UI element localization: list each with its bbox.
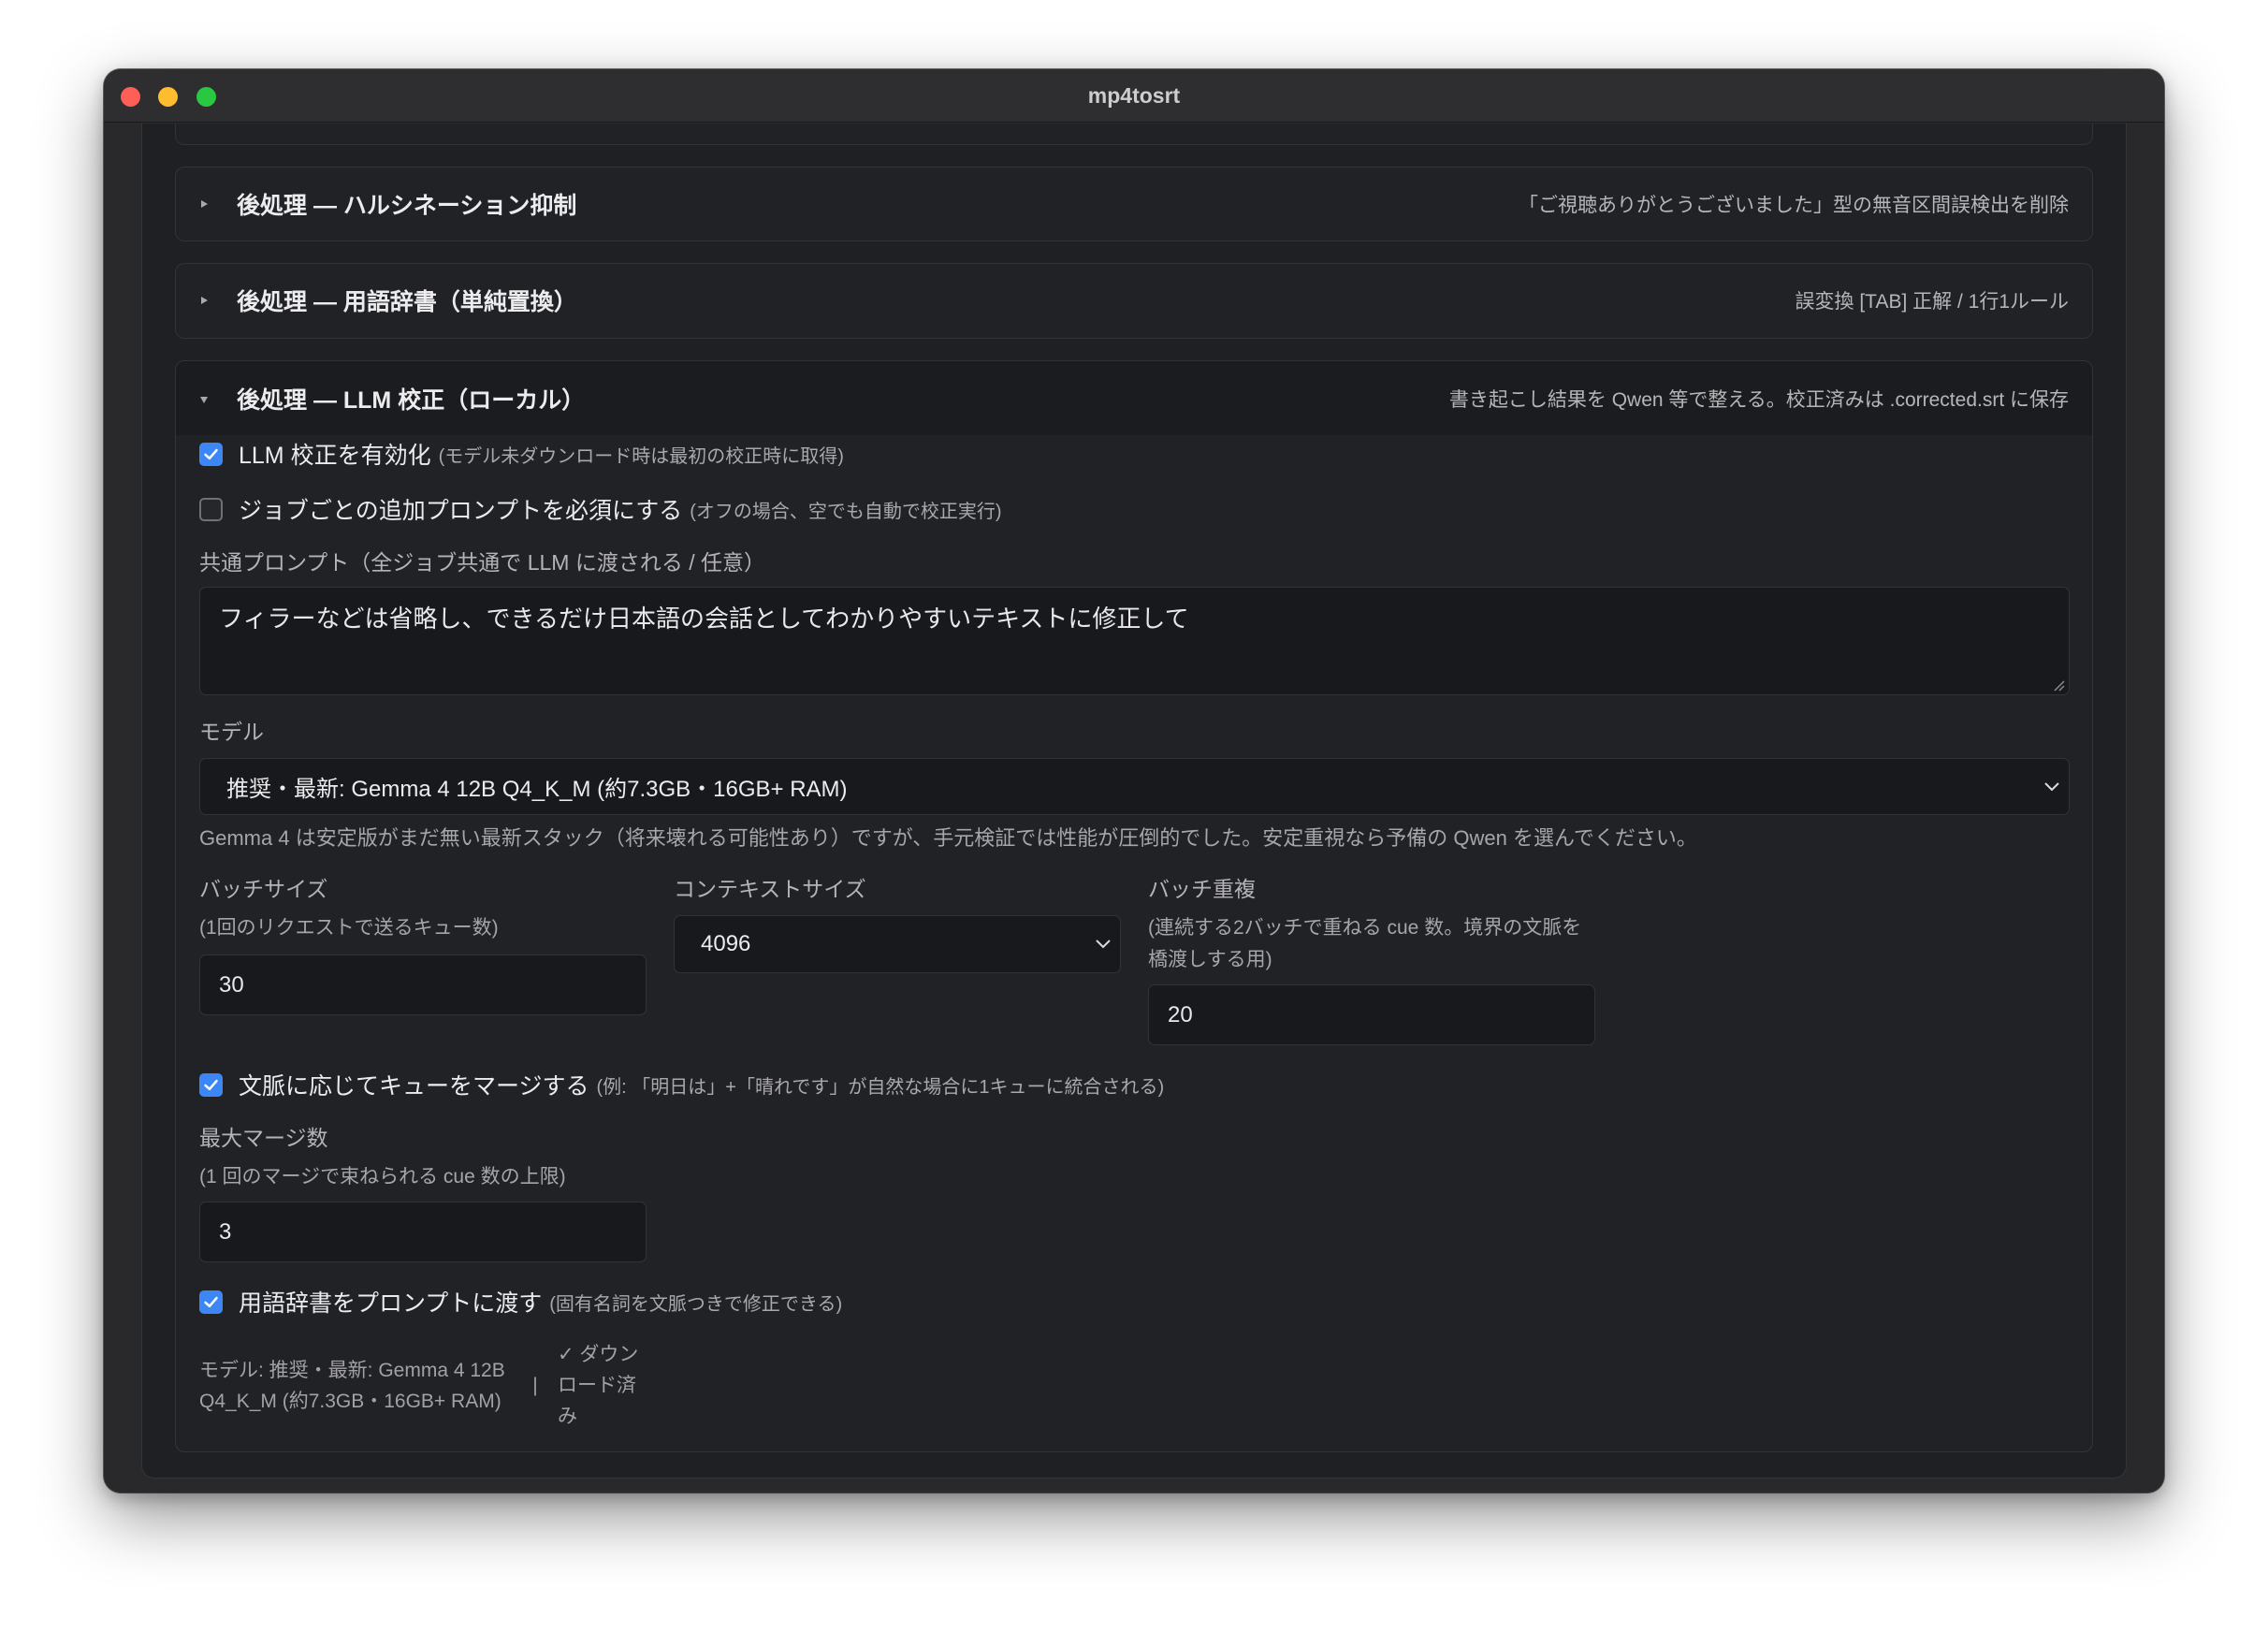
section-header-hallucination[interactable]: 後処理 — ハルシネーション抑制 「ご視聴ありがとうございました」型の無音区間誤…	[176, 168, 2092, 240]
merge-cues-row[interactable]: 文脈に応じてキューをマージする (例: 「明日は」+「晴れです」が自然な場合に1…	[199, 1068, 1164, 1101]
context-size-value: 4096	[701, 931, 751, 956]
context-size-label: コンテキストサイズ	[674, 877, 866, 901]
enable-llm-row[interactable]: LLM 校正を有効化 (モデル未ダウンロード時は最初の校正時に取得)	[199, 437, 844, 471]
model-help-text: Gemma 4 は安定版がまだ無い最新スタック（将来壊れる可能性あり）ですが、手…	[199, 826, 1697, 850]
section-description: 「ご視聴ありがとうございました」型の無音区間誤検出を削除	[1519, 195, 2069, 216]
batch-size-label: バッチサイズ	[199, 877, 328, 901]
model-label: モデル	[199, 720, 264, 744]
max-merge-label: 最大マージ数	[199, 1126, 328, 1150]
common-prompt-label: 共通プロンプト（全ジョブ共通で LLM に渡される / 任意）	[199, 550, 766, 575]
checkmark-icon	[204, 1296, 218, 1307]
require-prompt-checkbox[interactable]	[199, 497, 223, 521]
disclosure-arrow-icon	[200, 395, 208, 403]
enable-llm-checkbox[interactable]	[199, 442, 223, 466]
batch-overlap-input[interactable]	[1148, 984, 1595, 1045]
batch-overlap-note: (連続する2バッチで重ねる cue 数。境界の文脈を橋渡しする用)	[1148, 917, 1582, 970]
enable-llm-label: LLM 校正を有効化	[239, 443, 431, 469]
download-status: ✓ ダウンロード済み	[558, 1344, 639, 1427]
common-prompt-textarea[interactable]: フィラーなどは省略し、できるだけ日本語の会話としてわかりやすいテキストに修正して	[199, 587, 2070, 695]
require-prompt-label: ジョブごとの追加プロンプトを必須にする	[239, 498, 683, 524]
checkmark-icon	[204, 1079, 218, 1090]
merge-cues-label: 文脈に応じてキューをマージする	[239, 1073, 589, 1100]
pass-dictionary-note: (固有名詞を文脈つきで修正できる)	[549, 1293, 843, 1315]
merge-cues-note: (例: 「明日は」+「晴れです」が自然な場合に1キューに統合される)	[596, 1076, 1165, 1098]
disclosure-arrow-icon	[200, 297, 208, 304]
enable-llm-note: (モデル未ダウンロード時は最初の校正時に取得)	[438, 445, 844, 467]
section-llm-correction: 後処理 — LLM 校正（ローカル） 書き起こし結果を Qwen 等で整える。校…	[175, 360, 2093, 1452]
section-header-dictionary[interactable]: 後処理 — 用語辞書（単純置換） 誤変換 [TAB] 正解 / 1行1ルール	[176, 264, 2092, 337]
batch-size-input[interactable]	[199, 954, 647, 1015]
chevron-down-icon	[2044, 781, 2059, 791]
section-title: 後処理 — 用語辞書（単純置換）	[237, 289, 577, 315]
batch-overlap-label: バッチ重複	[1148, 877, 1256, 901]
section-dictionary[interactable]: 後処理 — 用語辞書（単純置換） 誤変換 [TAB] 正解 / 1行1ルール	[175, 263, 2093, 339]
section-header-llm-correction[interactable]: 後処理 — LLM 校正（ローカル） 書き起こし結果を Qwen 等で整える。校…	[176, 361, 2092, 435]
pass-dictionary-checkbox[interactable]	[199, 1290, 223, 1314]
require-prompt-note: (オフの場合、空でも自動で校正実行)	[690, 501, 1002, 522]
app-window: mp4tosrt 後処理 — ハルシネーション抑制 「ご視聴ありがとうございまし…	[104, 69, 2164, 1493]
section-card-previous	[175, 124, 2093, 145]
title-bar[interactable]: mp4tosrt	[104, 69, 2164, 123]
section-hallucination[interactable]: 後処理 — ハルシネーション抑制 「ご視聴ありがとうございました」型の無音区間誤…	[175, 167, 2093, 241]
merge-cues-checkbox[interactable]	[199, 1072, 223, 1097]
pass-dictionary-label: 用語辞書をプロンプトに渡す	[239, 1290, 543, 1317]
chevron-down-icon	[1096, 940, 1111, 949]
model-status: モデル: 推奨・最新: Gemma 4 12B Q4_K_M (約7.3GB・1…	[199, 1339, 644, 1432]
disclosure-arrow-icon	[200, 200, 208, 208]
section-description: 誤変換 [TAB] 正解 / 1行1ルール	[1795, 291, 2069, 313]
max-merge-input[interactable]	[199, 1202, 647, 1262]
batch-size-note: (1回のリクエストで送るキュー数)	[199, 917, 499, 939]
resize-grip-icon[interactable]	[2052, 678, 2065, 692]
section-description: 書き起こし結果を Qwen 等で整える。校正済みは .corrected.srt…	[1448, 388, 2069, 411]
context-size-select[interactable]: 4096	[674, 915, 1121, 973]
checkmark-icon	[204, 448, 218, 459]
model-select-value: 推奨・最新: Gemma 4 12B Q4_K_M (約7.3GB・16GB+ …	[226, 777, 848, 802]
section-title: 後処理 — LLM 校正（ローカル）	[237, 386, 586, 414]
require-prompt-row[interactable]: ジョブごとの追加プロンプトを必須にする (オフの場合、空でも自動で校正実行)	[199, 492, 1002, 526]
pass-dictionary-row[interactable]: 用語辞書をプロンプトに渡す (固有名詞を文脈つきで修正できる)	[199, 1285, 842, 1319]
model-status-text: モデル: 推奨・最新: Gemma 4 12B Q4_K_M (約7.3GB・1…	[199, 1359, 505, 1412]
max-merge-note: (1 回のマージで束ねられる cue 数の上限)	[199, 1166, 566, 1188]
settings-scroll-area[interactable]: 後処理 — ハルシネーション抑制 「ご視聴ありがとうございました」型の無音区間誤…	[141, 124, 2127, 1479]
section-title: 後処理 — ハルシネーション抑制	[237, 193, 577, 219]
model-select[interactable]: 推奨・最新: Gemma 4 12B Q4_K_M (約7.3GB・16GB+ …	[199, 758, 2070, 815]
status-separator: |	[532, 1375, 538, 1396]
window-title: mp4tosrt	[1087, 83, 1181, 108]
